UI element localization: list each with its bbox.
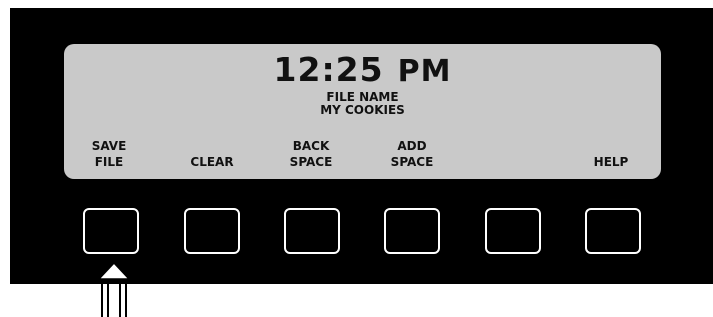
- softkey-label-help: HELP: [593, 155, 629, 169]
- file-name-value: MY COOKIES: [320, 103, 405, 117]
- clock-readout: 12:25 PM: [64, 52, 661, 90]
- clock-ampm: PM: [397, 54, 452, 89]
- clock-time: 12:25: [273, 50, 384, 89]
- softkey-button-add-space[interactable]: [384, 208, 440, 254]
- softkey-button-clear[interactable]: [184, 208, 240, 254]
- softkey-button-back-space[interactable]: [284, 208, 340, 254]
- softkey-button-blank[interactable]: [485, 208, 541, 254]
- softkey-label-clear: CLEAR: [190, 155, 234, 169]
- softkey-button-save-file[interactable]: [83, 208, 139, 254]
- lcd-display: 12:25 PM FILE NAME MY COOKIES SAVE FILE C…: [64, 44, 661, 179]
- up-arrow-icon: [97, 262, 131, 317]
- softkey-button-help[interactable]: [585, 208, 641, 254]
- softkey-label-save-file: SAVE FILE: [91, 139, 127, 169]
- softkey-label-back-space: BACK SPACE: [289, 139, 333, 169]
- softkey-label-blank: [467, 138, 557, 170]
- softkey-label-add-space: ADD SPACE: [390, 139, 434, 169]
- file-name-label: FILE NAME: [326, 90, 399, 104]
